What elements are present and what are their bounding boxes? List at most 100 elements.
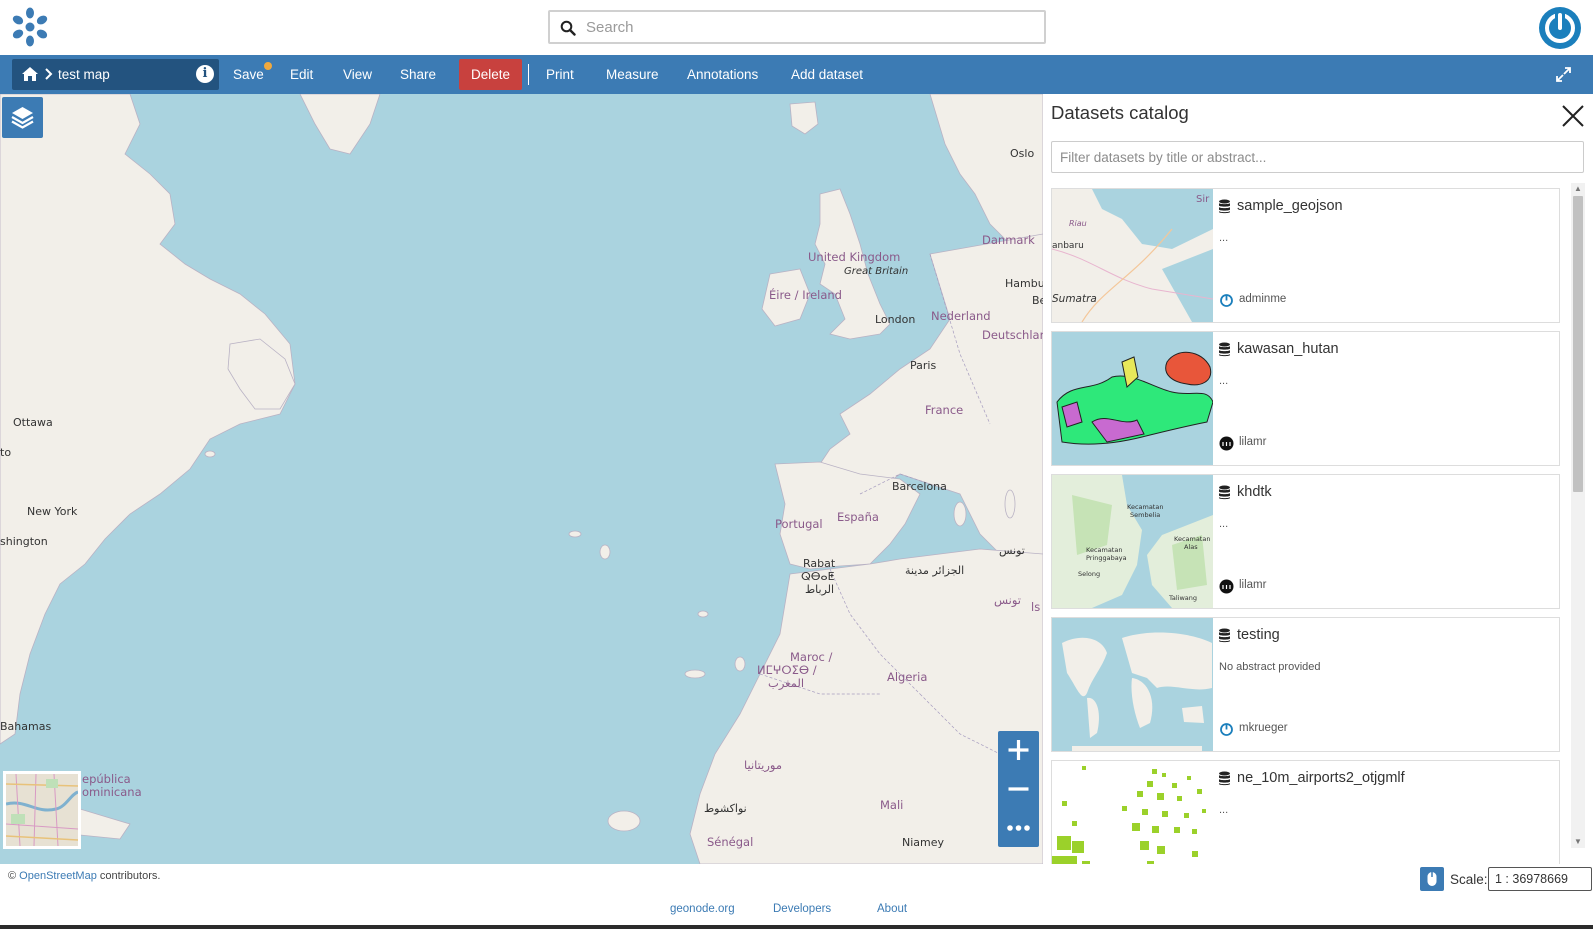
thumbnail-label: Taliwang <box>1169 594 1198 602</box>
thumbnail-label: Kecamatan <box>1174 535 1211 543</box>
scrollbar-thumb[interactable] <box>1573 196 1583 492</box>
top-header <box>0 0 1593 55</box>
thumbnail-label: Riau <box>1069 219 1087 228</box>
map-label: New York <box>27 505 78 518</box>
edit-button[interactable]: Edit <box>284 59 319 90</box>
dataset-card[interactable]: testing No abstract provided mkrueger <box>1051 617 1560 752</box>
search-icon <box>560 20 576 36</box>
close-icon[interactable] <box>1560 103 1586 129</box>
map-label: Great Britain <box>844 266 909 277</box>
save-label: Save <box>233 67 264 82</box>
scroll-down-icon[interactable]: ▼ <box>1573 837 1583 847</box>
info-icon[interactable]: i <box>196 65 214 83</box>
footer-link-about[interactable]: About <box>877 903 907 915</box>
map-label: Nederland <box>931 309 991 323</box>
toolbar-divider <box>528 64 529 85</box>
database-icon <box>1219 771 1230 786</box>
scale-label: Scale: <box>1450 872 1488 887</box>
map-label: Hamburg <box>1005 277 1043 290</box>
mouse-position-button[interactable] <box>1420 867 1444 891</box>
dataset-filter-input[interactable] <box>1051 141 1584 173</box>
breadcrumb: test map i <box>12 59 219 90</box>
owner-avatar-icon <box>1219 579 1234 594</box>
user-power-icon <box>1545 11 1575 43</box>
print-button[interactable]: Print <box>540 59 580 90</box>
minus-icon <box>1008 787 1029 791</box>
search-box[interactable] <box>548 10 1046 44</box>
layers-button[interactable] <box>2 97 43 138</box>
scale-value: 1 : 36978669 <box>1495 872 1568 886</box>
map-label: Portugal <box>775 517 823 531</box>
map-label: تونس <box>999 544 1025 557</box>
owner-avatar-icon <box>1220 723 1233 736</box>
share-button[interactable]: Share <box>394 59 442 90</box>
map-label: to <box>0 446 12 459</box>
dataset-owner: lilamr <box>1239 579 1267 591</box>
dataset-card[interactable]: Sir Riau anbaru Sumatra sample_geojson .… <box>1051 188 1560 323</box>
dataset-abstract: ... <box>1219 375 1229 387</box>
dataset-card[interactable]: Kecamatan Sembelia Kecamatan Alas Kecama… <box>1051 474 1560 609</box>
annotations-button[interactable]: Annotations <box>681 59 764 90</box>
map-label: Ottawa <box>13 416 53 429</box>
openstreetmap-link[interactable]: OpenStreetMap <box>19 870 97 882</box>
scale-select[interactable]: 1 : 36978669 <box>1488 867 1592 891</box>
dataset-card[interactable]: ne_10m_airports2_otjgmlf ... <box>1051 760 1560 864</box>
thumbnail-label: Kecamatan <box>1127 503 1164 511</box>
fullscreen-icon[interactable] <box>1556 67 1571 82</box>
dataset-thumbnail <box>1052 332 1213 465</box>
user-avatar[interactable] <box>1539 7 1581 49</box>
save-button[interactable]: Save <box>227 59 272 90</box>
database-icon <box>1219 342 1230 357</box>
map-label: shington <box>0 535 48 548</box>
plus-icon <box>1008 740 1029 760</box>
zoom-in-button[interactable] <box>998 731 1039 769</box>
home-icon[interactable] <box>21 66 39 82</box>
more-options-button[interactable] <box>998 808 1039 846</box>
view-button[interactable]: View <box>337 59 378 90</box>
dataset-thumbnail <box>1052 761 1213 864</box>
map-label: Rabat <box>803 557 836 570</box>
map-label: ls <box>1031 600 1041 614</box>
geonode-logo[interactable] <box>10 6 50 48</box>
map-label: Niamey <box>902 836 945 849</box>
scroll-up-icon[interactable]: ▲ <box>1573 184 1583 194</box>
basemap <box>0 94 1043 864</box>
dataset-abstract: ... <box>1219 804 1229 816</box>
dataset-thumbnail: Kecamatan Sembelia Kecamatan Alas Kecama… <box>1052 475 1213 608</box>
dataset-abstract: ... <box>1219 518 1229 530</box>
thumbnail-label: Sembelia <box>1130 511 1161 519</box>
dataset-owner: adminme <box>1239 293 1287 305</box>
map-label: Sénégal <box>707 835 754 849</box>
overview-map[interactable] <box>3 771 81 849</box>
map-label: ⵕⴱⴰⵟ <box>801 570 835 583</box>
dataset-card[interactable]: kawasan_hutan ... lilamr <box>1051 331 1560 466</box>
map-label: نواكشوط <box>704 802 747 815</box>
zoom-controls <box>998 731 1039 847</box>
chevron-right-icon <box>45 68 53 80</box>
thumbnail-label: Selong <box>1078 570 1101 578</box>
map-label: Deutschlan <box>982 328 1043 342</box>
thumbnail-label: Sumatra <box>1052 293 1097 305</box>
map-label: موريتانيا <box>744 758 783 772</box>
thumbnail-label: anbaru <box>1052 241 1084 251</box>
catalog-scrollbar[interactable]: ▲ ▼ <box>1571 183 1585 848</box>
mouse-icon <box>1427 872 1437 886</box>
map-title: test map <box>58 67 110 82</box>
footer-link-geonode[interactable]: geonode.org <box>670 903 735 915</box>
dataset-title: khdtk <box>1237 484 1272 500</box>
add-dataset-button[interactable]: Add dataset <box>785 59 869 90</box>
footer-link-developers[interactable]: Developers <box>773 903 831 915</box>
delete-button[interactable]: Delete <box>459 59 522 90</box>
map-label: ⵍⵎⵖⵔⵉⴱ / <box>757 663 817 677</box>
footer: geonode.org Developers About <box>0 903 1593 923</box>
overview-map-image <box>6 774 78 846</box>
search-input[interactable] <box>586 15 1036 39</box>
map-label: Éire / Ireland <box>769 288 842 302</box>
database-icon <box>1219 628 1230 643</box>
copyright-symbol: © <box>8 870 17 882</box>
zoom-out-button[interactable] <box>998 770 1039 808</box>
map-label: United Kingdom <box>808 250 901 264</box>
map-canvas[interactable]: Oslo Danmark United Kingdom Great Britai… <box>0 94 1043 864</box>
measure-button[interactable]: Measure <box>600 59 665 90</box>
database-icon <box>1219 485 1230 500</box>
